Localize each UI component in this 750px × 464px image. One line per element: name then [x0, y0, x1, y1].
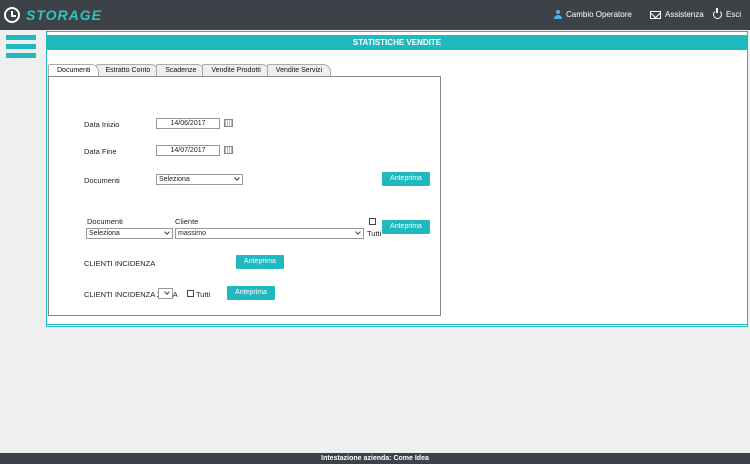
data-inizio-label: Data Inizio	[84, 120, 120, 129]
tab-vendite-prodotti[interactable]: Vendite Prodotti	[202, 64, 270, 76]
hamburger-menu-icon[interactable]	[6, 35, 36, 60]
data-fine-input[interactable]: 14/07/2017	[156, 145, 220, 156]
user-icon	[554, 10, 562, 19]
anteprima-cliente-button[interactable]: Anteprima	[382, 220, 430, 234]
tab-documenti[interactable]: Documenti	[48, 64, 100, 76]
documenti-select[interactable]: Seleziona	[156, 174, 243, 185]
data-inizio-input[interactable]: 14/06/2017	[156, 118, 220, 129]
mail-icon	[650, 10, 661, 19]
clock-icon	[4, 7, 20, 23]
cliente-select[interactable]: massimo	[175, 228, 364, 239]
calendar-icon[interactable]	[224, 146, 233, 154]
chevron-down-icon	[164, 229, 170, 235]
tab-estratto-conto[interactable]: Estratto Conto	[96, 64, 160, 76]
anteprima-documenti-button[interactable]: Anteprima	[382, 172, 430, 186]
logo-text: STORAGE	[26, 7, 102, 23]
clienti-incidenza-label: CLIENTI INCIDENZA	[84, 259, 156, 268]
calendar-icon[interactable]	[224, 119, 233, 127]
cliente-select-value: massimo	[178, 230, 207, 237]
footer-bar: Intestazione azienda: Come Idea	[0, 453, 750, 464]
app-logo[interactable]: STORAGE	[4, 7, 102, 23]
cambio-operatore-label: Cambio Operatore	[566, 10, 632, 19]
zona-tutti-checkbox[interactable]	[187, 290, 194, 297]
anteprima-zona-button[interactable]: Anteprima	[227, 286, 275, 300]
cliente-column-label: Cliente	[175, 217, 199, 226]
zona-tutti-label: Tutti	[196, 290, 211, 299]
tab-scadenze[interactable]: Scadenze	[156, 64, 206, 76]
tutti-clienti-checkbox[interactable]	[369, 218, 376, 225]
zona-select[interactable]	[158, 288, 173, 299]
documenti-cliente-select-value: Seleziona	[89, 230, 120, 237]
cambio-operatore-button[interactable]: Cambio Operatore	[554, 10, 632, 19]
assistenza-button[interactable]: Assistenza	[650, 10, 704, 19]
chevron-down-icon	[355, 229, 361, 235]
panel-divider	[47, 324, 747, 325]
chevron-down-icon	[164, 289, 170, 295]
documenti-cliente-select[interactable]: Seleziona	[86, 228, 173, 239]
documenti-column-label: Documenti	[87, 217, 123, 226]
power-icon	[713, 8, 722, 19]
anteprima-clienti-incidenza-button[interactable]: Anteprima	[236, 255, 284, 269]
tab-bar: Documenti Estratto Conto Scadenze Vendit…	[48, 64, 332, 76]
data-fine-label: Data Fine	[84, 147, 117, 156]
tab-vendite-servizi[interactable]: Vendite Servizi	[266, 64, 332, 76]
esci-button[interactable]: Esci	[713, 8, 742, 19]
top-bar: STORAGE Cambio Operatore Assistenza Esci	[0, 0, 750, 30]
panel-title: STATISTICHE VENDITE	[47, 35, 747, 50]
chevron-down-icon	[234, 175, 240, 181]
esci-label: Esci	[726, 10, 742, 19]
documenti-select-value: Seleziona	[159, 176, 190, 183]
tutti-clienti-label: Tutti	[367, 229, 382, 238]
documenti-tab-panel: Data Inizio 14/06/2017 Data Fine 14/07/2…	[48, 76, 441, 316]
documenti-label: Documenti	[84, 176, 120, 185]
assistenza-label: Assistenza	[665, 10, 704, 19]
